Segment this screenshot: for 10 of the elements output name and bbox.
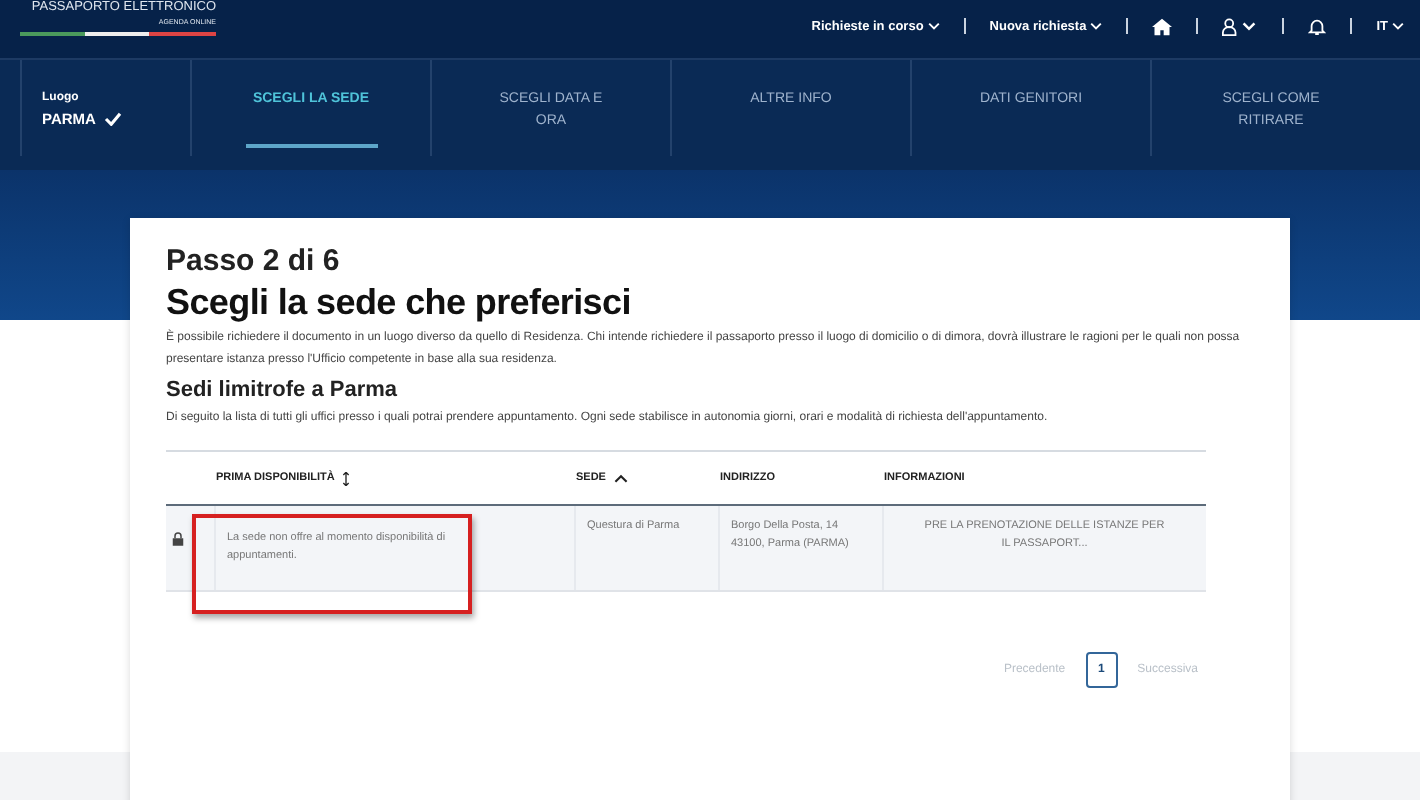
bell-icon[interactable] [1308,17,1327,35]
sort-ascending-icon [613,473,628,483]
step-counter: Passo 2 di 6 [166,242,342,280]
section-title: Sedi limitrofe a Parma [166,376,400,404]
check-icon [103,112,122,126]
user-icon[interactable] [1222,17,1259,35]
page-title: Scegli la sede che preferisci [166,280,633,324]
sort-icon [342,471,351,485]
home-icon[interactable] [1152,17,1173,35]
chevron-down-icon [1392,22,1404,30]
